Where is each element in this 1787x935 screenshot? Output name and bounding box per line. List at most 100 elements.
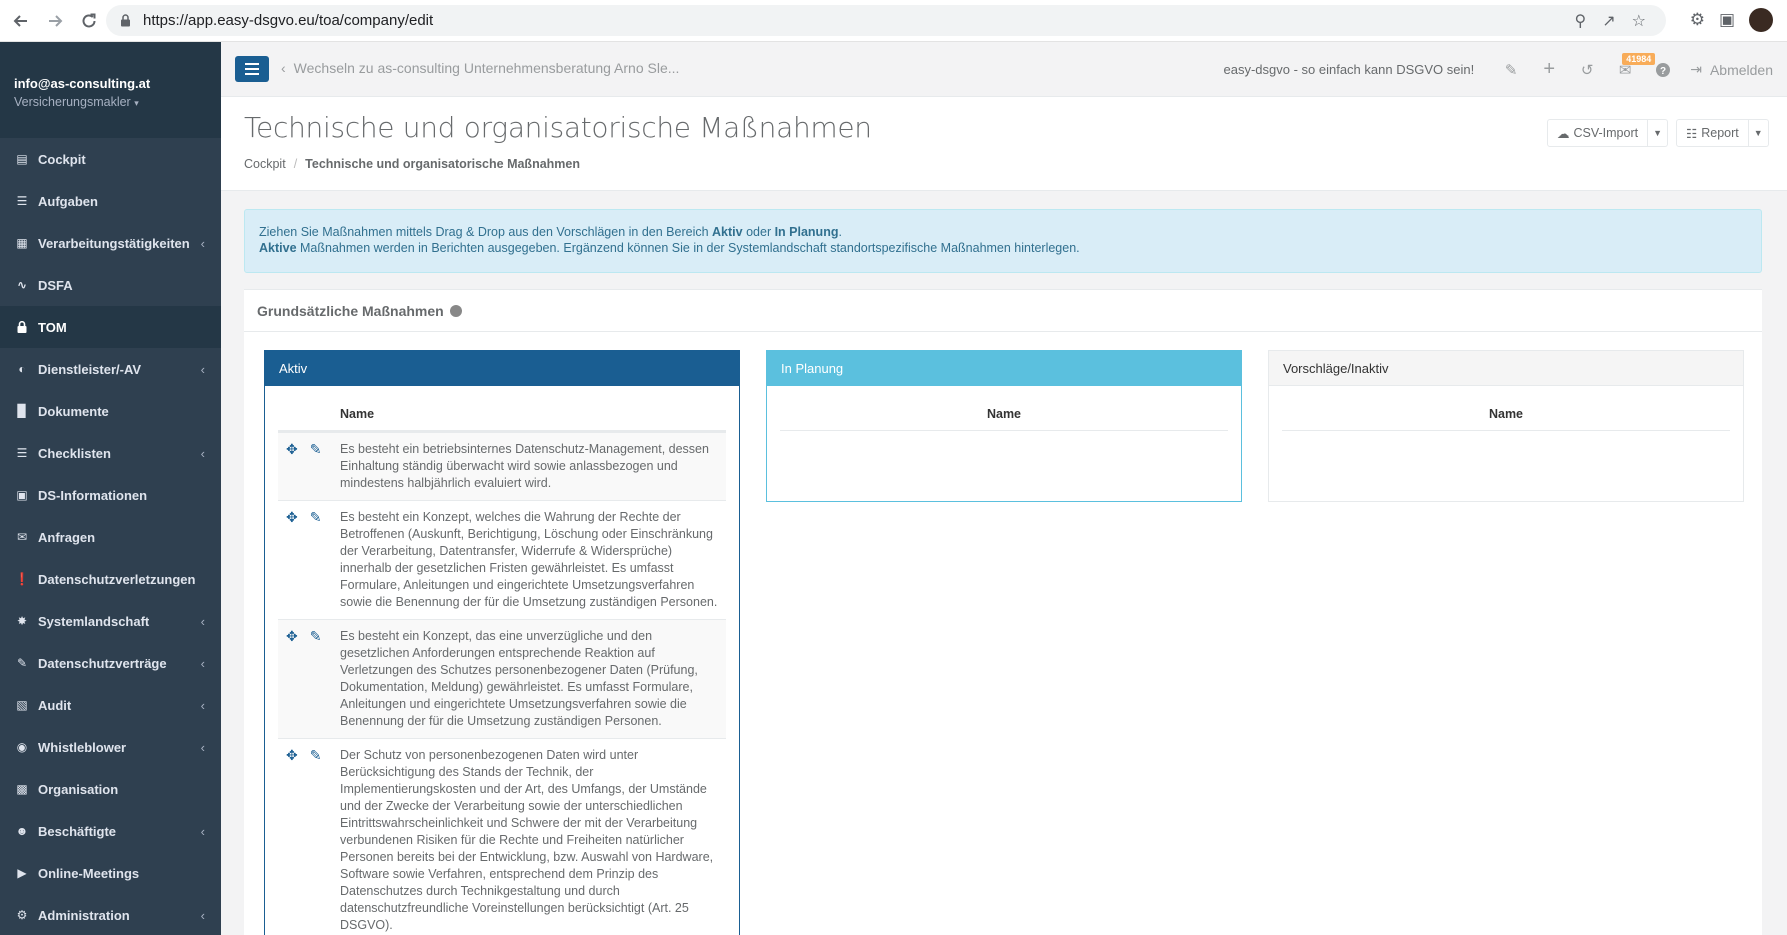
alert-text: Maßnahmen werden in Berichten ausgegeben… xyxy=(296,241,1080,255)
plus-icon[interactable]: + xyxy=(1530,42,1568,97)
sidebar-item-label: TOM xyxy=(38,319,67,335)
sidebar-item-aufgaben[interactable]: ☰ Aufgaben xyxy=(0,180,221,222)
zoom-icon[interactable]: ⚲ xyxy=(1575,11,1587,31)
sidebar-item-audit[interactable]: ▧ Audit ‹ xyxy=(0,684,221,726)
alert-text: oder xyxy=(742,225,775,239)
sidebar-item-label: Administration xyxy=(38,907,130,923)
browser-toolbar: https://app.easy-dsgvo.eu/toa/company/ed… xyxy=(0,0,1787,42)
report-button[interactable]: ☷ Report xyxy=(1676,119,1749,147)
section-title-label: Grundsätzliche Maßnahmen xyxy=(257,302,444,319)
sidebar-item-label: Whistleblower xyxy=(38,739,127,755)
menu-toggle-button[interactable] xyxy=(235,56,269,82)
logout-label: Abmelden xyxy=(1709,61,1773,78)
sidebar-item-anfragen[interactable]: ✉ Anfragen xyxy=(0,516,221,558)
lock-icon xyxy=(14,320,30,334)
edit-icon[interactable]: ✎ xyxy=(1492,42,1530,97)
column-header-name: Name xyxy=(278,386,726,432)
csv-import-button[interactable]: ☁ CSV-Import xyxy=(1547,119,1649,147)
line-chart-icon: ∿ xyxy=(16,278,28,292)
move-icon[interactable]: ✥ xyxy=(286,628,298,730)
panel-aktiv-title: Aktiv xyxy=(265,351,739,386)
report-label: Report xyxy=(1701,126,1739,140)
info-circle-icon[interactable] xyxy=(449,304,462,317)
mail-icon[interactable]: ✉ 41984 xyxy=(1606,42,1656,97)
table-row[interactable]: ✥ ✎ Es besteht ein Konzept, das eine unve… xyxy=(278,619,726,738)
sidebar-item-datenschutzvertraege[interactable]: ✎ Datenschutzverträge ‹ xyxy=(0,642,221,684)
sidebar-item-label: Cockpit xyxy=(38,151,86,167)
report-dropdown[interactable]: ▼ xyxy=(1748,119,1769,147)
switch-company-label: Wechseln zu as-consulting Unternehmensbe… xyxy=(293,60,680,76)
sidebar-item-ds-informationen[interactable]: ▣ DS-Informationen xyxy=(0,474,221,516)
share-icon[interactable]: ↗ xyxy=(1602,11,1615,31)
alert-bold: Aktive xyxy=(259,241,297,255)
page-heading: Technische und organisatorische Maßnahme… xyxy=(221,97,1787,191)
user-email: info@as-consulting.at xyxy=(14,76,151,91)
sidebar-item-cockpit[interactable]: ▤ Cockpit xyxy=(0,138,221,180)
sidebar-item-label: Verarbeitungstätigkeiten xyxy=(38,235,190,251)
sidebar-item-label: Datenschutzverträge xyxy=(38,655,167,671)
move-icon[interactable]: ✥ xyxy=(286,747,298,934)
cogs-icon: ⚙ xyxy=(16,908,28,922)
chevron-left-icon: ‹ xyxy=(200,907,205,923)
chevron-left-icon: ‹ xyxy=(200,739,205,755)
sidebar-item-dokumente[interactable]: ▉ Dokumente xyxy=(0,390,221,432)
sidebar-item-verarbeitungstaetigkeiten[interactable]: ▦ Verarbeitungstätigkeiten ‹ xyxy=(0,222,221,264)
url-text: https://app.easy-dsgvo.eu/toa/company/ed… xyxy=(143,12,434,29)
sidebar-item-dsfa[interactable]: ∿ DSFA xyxy=(0,264,221,306)
edit-icon[interactable]: ✎ xyxy=(310,441,322,492)
section-title: Grundsätzliche Maßnahmen xyxy=(244,290,1762,332)
sidebar-item-label: DSFA xyxy=(38,277,73,293)
sidebar-item-checklisten[interactable]: ☰ Checklisten ‹ xyxy=(0,432,221,474)
table-row[interactable]: ✥ ✎ Es besteht ein Konzept, welches die W… xyxy=(278,500,726,619)
chevron-left-icon: ‹ xyxy=(200,235,205,251)
bookmark-star-icon[interactable]: ☆ xyxy=(1632,11,1646,31)
edit-icon[interactable]: ✎ xyxy=(310,747,322,934)
user-profile: info@as-consulting.at Versicherungsmakle… xyxy=(0,42,221,138)
switch-company-link[interactable]: ‹ Wechseln zu as-consulting Unternehmensb… xyxy=(281,60,679,76)
panel-vorschlaege: Vorschläge/Inaktiv Name xyxy=(1268,350,1744,502)
sidebar-item-beschaeftigte[interactable]: ☻ Beschäftigte ‹ xyxy=(0,810,221,852)
list-icon: ▦ xyxy=(16,236,28,250)
sidebar-item-systemlandschaft[interactable]: ✸ Systemlandschaft ‹ xyxy=(0,600,221,642)
edit-icon[interactable]: ✎ xyxy=(310,628,322,730)
measure-text: Es besteht ein betriebsinternes Datensch… xyxy=(340,442,709,490)
sidebar-item-whistleblower[interactable]: ◉ Whistleblower ‹ xyxy=(0,726,221,768)
history-icon[interactable]: ↺ xyxy=(1568,42,1606,97)
user-role-dropdown[interactable]: Versicherungsmakler ▾ xyxy=(14,95,207,109)
table-row[interactable]: ✥ ✎ Der Schutz von personenbezogenen Date… xyxy=(278,738,726,935)
move-icon[interactable]: ✥ xyxy=(286,441,298,492)
sidebar-menu: ▤ Cockpit ☰ Aufgaben ▦ Verarbeitungstätigke… xyxy=(0,138,221,935)
profile-avatar[interactable] xyxy=(1749,8,1773,32)
table-row[interactable]: ✥ ✎ Es besteht ein betriebsinternes Daten… xyxy=(278,432,726,500)
chevron-left-icon: ‹ xyxy=(200,655,205,671)
reload-icon[interactable] xyxy=(72,4,106,38)
help-icon[interactable]: ? xyxy=(1644,42,1682,97)
breadcrumb-home-link[interactable]: Cockpit xyxy=(244,157,286,171)
measure-text: Es besteht ein Konzept, welches die Wahr… xyxy=(340,510,718,609)
logout-button[interactable]: ⇥ Abmelden xyxy=(1690,61,1773,78)
chevron-left-icon: ‹ xyxy=(200,613,205,629)
csv-import-dropdown[interactable]: ▼ xyxy=(1648,119,1669,147)
address-bar[interactable]: https://app.easy-dsgvo.eu/toa/company/ed… xyxy=(106,5,1666,36)
sidebar-item-administration[interactable]: ⚙ Administration ‹ xyxy=(0,894,221,935)
sidebar-item-organisation[interactable]: ▩ Organisation xyxy=(0,768,221,810)
move-icon[interactable]: ✥ xyxy=(286,509,298,611)
user-role-label: Versicherungsmakler xyxy=(14,95,131,109)
cloud-upload-icon: ☁ xyxy=(1557,126,1570,141)
chevron-left-icon: ‹ xyxy=(200,823,205,839)
extensions-icon[interactable]: ⚙ xyxy=(1690,10,1705,30)
sidebar-item-tom[interactable]: TOM xyxy=(0,306,221,348)
forward-arrow-icon[interactable] xyxy=(38,4,72,38)
contract-icon: ✎ xyxy=(16,656,28,670)
sidebar-item-label: Systemlandschaft xyxy=(38,613,150,629)
csv-import-group: ☁ CSV-Import ▼ xyxy=(1547,119,1669,147)
back-arrow-icon[interactable] xyxy=(4,4,38,38)
breadcrumb: Cockpit / Technische und organisatorische … xyxy=(244,157,580,171)
sidebar-item-online-meetings[interactable]: ▶ Online-Meetings xyxy=(0,852,221,894)
sidepanel-icon[interactable]: ▣ xyxy=(1719,10,1735,30)
building-icon: ▩ xyxy=(16,782,28,796)
sidebar-item-datenschutzverletzungen[interactable]: ❗ Datenschutzverletzungen xyxy=(0,558,221,600)
page-title: Technische und organisatorische Maßnahme… xyxy=(244,111,872,144)
sidebar-item-dienstleister[interactable]: ◐ Dienstleister/-AV ‹ xyxy=(0,348,221,390)
edit-icon[interactable]: ✎ xyxy=(310,509,322,611)
